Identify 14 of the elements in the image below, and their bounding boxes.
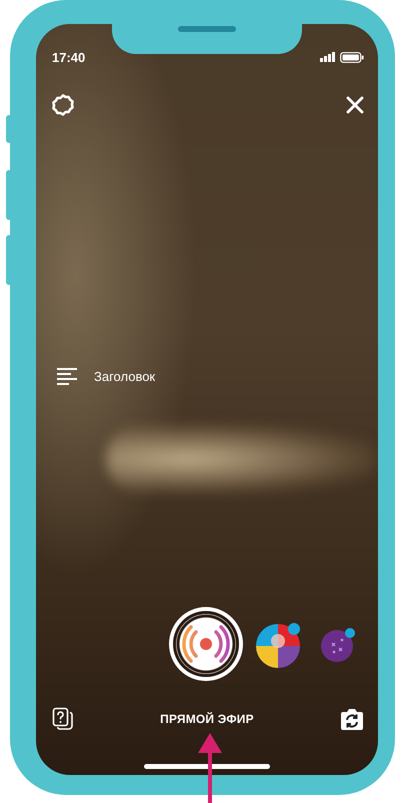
text-align-icon[interactable] [56, 367, 78, 385]
broadcast-icon [182, 624, 230, 664]
camera-switch-icon[interactable] [340, 707, 364, 731]
close-icon[interactable] [346, 96, 364, 114]
battery-icon [340, 52, 364, 62]
status-time: 17:40 [52, 50, 86, 64]
signal-icon [320, 52, 336, 62]
mode-label[interactable]: ПРЯМОЙ ЭФИР [160, 712, 254, 726]
live-record-button[interactable] [173, 611, 239, 677]
speaker-slot [178, 26, 236, 32]
settings-icon[interactable] [51, 93, 75, 117]
question-cards-icon[interactable] [52, 707, 74, 731]
title-label[interactable]: Заголовок [94, 368, 156, 384]
pointer-arrow [198, 733, 222, 803]
